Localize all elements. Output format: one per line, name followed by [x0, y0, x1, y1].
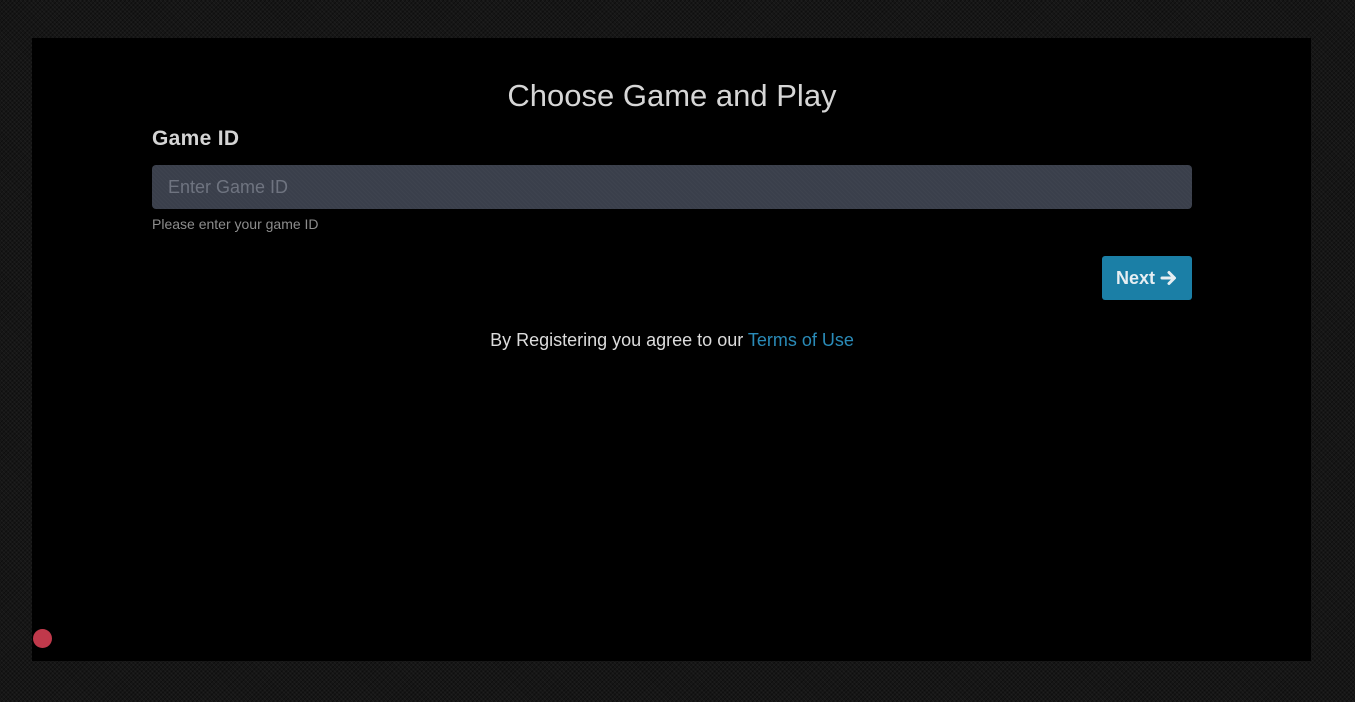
terms-prefix: By Registering you agree to our	[490, 330, 744, 350]
next-button-label: Next	[1115, 267, 1155, 288]
arrow-right-icon	[1160, 271, 1176, 285]
terms-of-use-link[interactable]: Terms of Use	[748, 330, 854, 350]
page-title: Choose Game and Play	[507, 78, 837, 113]
next-button[interactable]: Next	[1102, 256, 1192, 300]
main-panel: Choose Game and Play Game ID Please ente…	[32, 38, 1311, 661]
terms-notice: By Registering you agree to our Terms of…	[152, 329, 1192, 351]
game-id-label: Game ID	[152, 127, 240, 150]
game-id-help-text: Please enter your game ID	[152, 216, 319, 232]
form-container: Choose Game and Play Game ID Please ente…	[152, 38, 1192, 661]
game-id-input[interactable]	[152, 165, 1192, 209]
status-dot	[33, 629, 52, 648]
